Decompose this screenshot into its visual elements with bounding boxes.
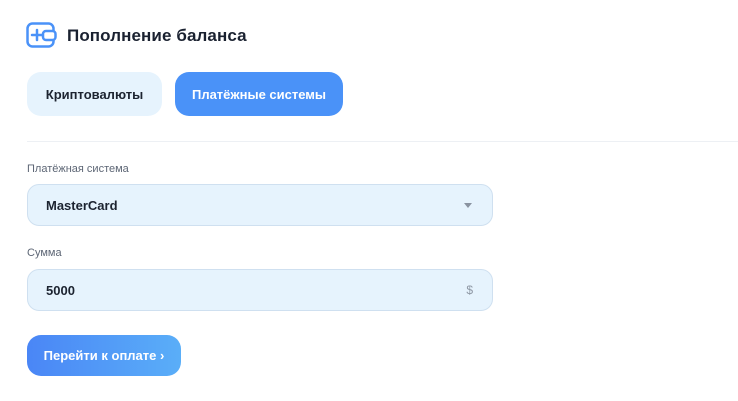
page-header: Пополнение баланса [26,22,247,50]
payment-system-label: Платёжная система [27,163,129,175]
proceed-to-payment-button[interactable]: Перейти к оплате › [27,335,181,376]
section-divider [27,141,738,142]
payment-system-select[interactable]: MasterCard [27,184,493,226]
payment-method-tabs: Криптовалюты Платёжные системы [27,72,343,116]
amount-field-wrapper: $ [27,269,493,311]
balance-topup-page: Пополнение баланса Криптовалюты Платёжны… [0,0,738,401]
payment-system-value: MasterCard [46,197,118,213]
amount-input[interactable] [46,282,467,298]
amount-label: Сумма [27,247,62,259]
tab-payment-systems[interactable]: Платёжные системы [175,72,343,116]
currency-symbol: $ [466,283,473,297]
tab-cryptocurrencies[interactable]: Криптовалюты [27,72,162,116]
wallet-plus-icon [26,22,57,48]
page-title: Пополнение баланса [67,26,247,45]
chevron-down-icon [464,202,472,208]
